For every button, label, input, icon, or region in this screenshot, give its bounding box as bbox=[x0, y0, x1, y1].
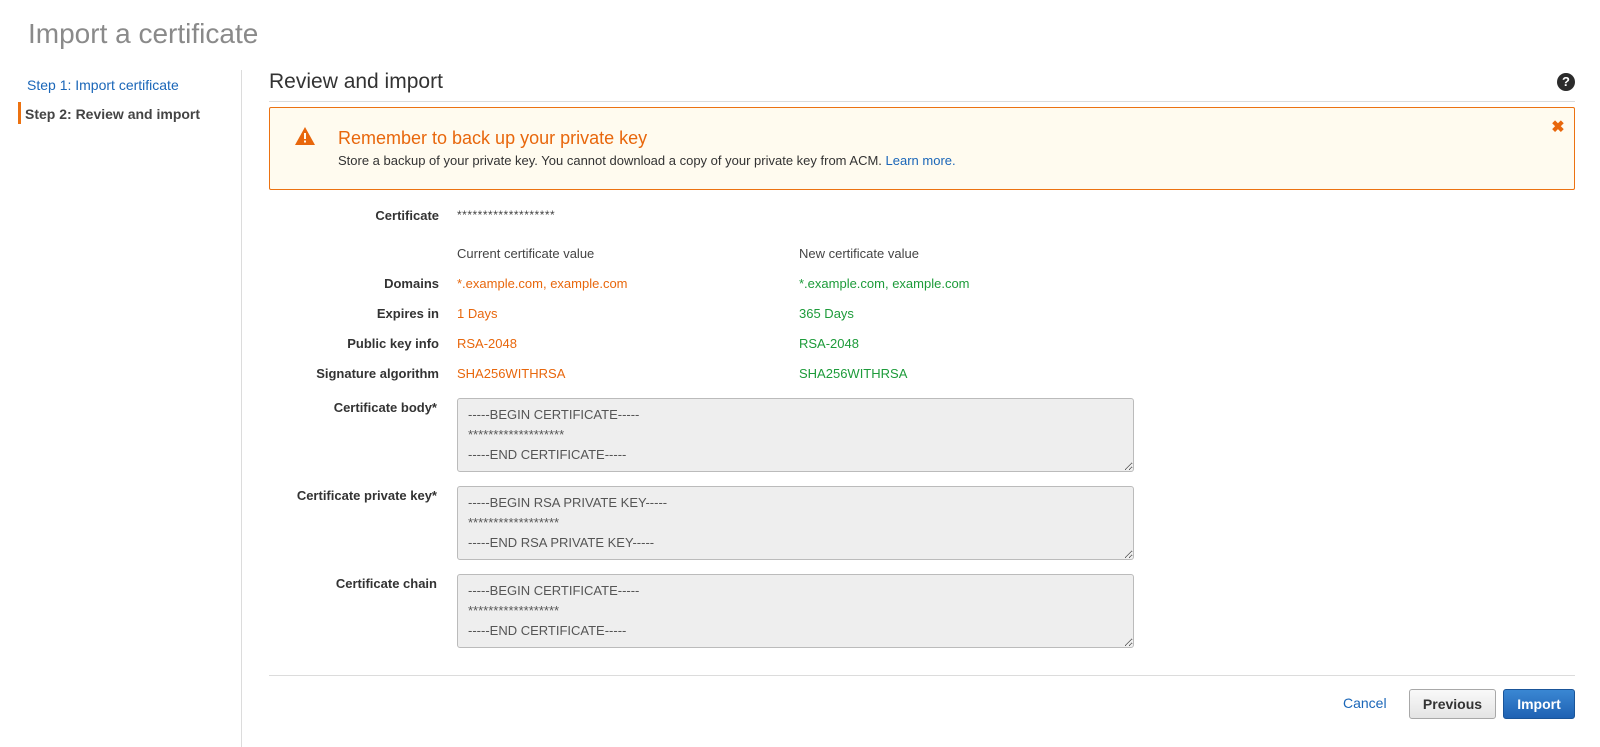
public-key-info-new-value: RSA-2048 bbox=[799, 336, 859, 351]
signature-algorithm-label: Signature algorithm bbox=[316, 366, 439, 381]
alert-message-text: Store a backup of your private key. You … bbox=[338, 153, 882, 168]
new-value-column-header: New certificate value bbox=[799, 246, 919, 261]
alert-message: Store a backup of your private key. You … bbox=[338, 153, 956, 168]
alert-title: Remember to back up your private key bbox=[338, 128, 648, 148]
certificate-body-textarea[interactable]: -----BEGIN CERTIFICATE----- ************… bbox=[457, 398, 1134, 472]
expires-in-current-value: 1 Days bbox=[457, 306, 498, 321]
sidebar-step-import-certificate[interactable]: Step 1: Import certificate bbox=[27, 77, 179, 93]
page-title: Import a certificate bbox=[28, 18, 259, 49]
section-divider bbox=[269, 101, 1575, 102]
active-step-marker bbox=[18, 102, 21, 124]
certificate-chain-label: Certificate chain bbox=[335, 576, 437, 591]
wizard-steps-sidebar: Step 1: Import certificate Step 2: Revie… bbox=[0, 70, 242, 747]
certificate-label: Certificate bbox=[375, 208, 439, 223]
domains-current-value: *.example.com, example.com bbox=[457, 276, 628, 291]
current-value-column-header: Current certificate value bbox=[457, 246, 595, 261]
certificate-body-label: Certificate body* bbox=[333, 400, 437, 415]
footer-divider bbox=[269, 675, 1575, 676]
domains-label: Domains bbox=[384, 276, 439, 291]
expires-in-label: Expires in bbox=[376, 306, 439, 321]
expires-in-new-value: 365 Days bbox=[799, 306, 854, 321]
learn-more-link[interactable]: Learn more. bbox=[886, 153, 956, 168]
section-title: Review and import bbox=[269, 70, 443, 93]
cancel-button[interactable]: Cancel bbox=[1343, 695, 1387, 711]
certificate-private-key-textarea[interactable]: -----BEGIN RSA PRIVATE KEY----- ********… bbox=[457, 486, 1134, 560]
certificate-chain-textarea[interactable]: -----BEGIN CERTIFICATE----- ************… bbox=[457, 574, 1134, 648]
backup-warning-alert: Remember to back up your private key Sto… bbox=[269, 107, 1575, 190]
question-circle-icon[interactable]: ? bbox=[1557, 73, 1575, 91]
sidebar-step-review-and-import: Step 2: Review and import bbox=[25, 106, 201, 122]
public-key-info-current-value: RSA-2048 bbox=[457, 336, 517, 351]
signature-algorithm-current-value: SHA256WITHRSA bbox=[457, 366, 566, 381]
certificate-private-key-label: Certificate private key* bbox=[296, 488, 437, 503]
domains-new-value: *.example.com, example.com bbox=[799, 276, 970, 291]
signature-algorithm-new-value: SHA256WITHRSA bbox=[799, 366, 908, 381]
close-icon[interactable]: ✖ bbox=[1550, 120, 1566, 136]
certificate-masked-value: ******************* bbox=[457, 208, 556, 222]
warning-triangle-icon bbox=[295, 127, 315, 145]
import-button[interactable]: Import bbox=[1503, 689, 1575, 719]
public-key-info-label: Public key info bbox=[347, 336, 439, 351]
previous-button[interactable]: Previous bbox=[1409, 689, 1496, 719]
